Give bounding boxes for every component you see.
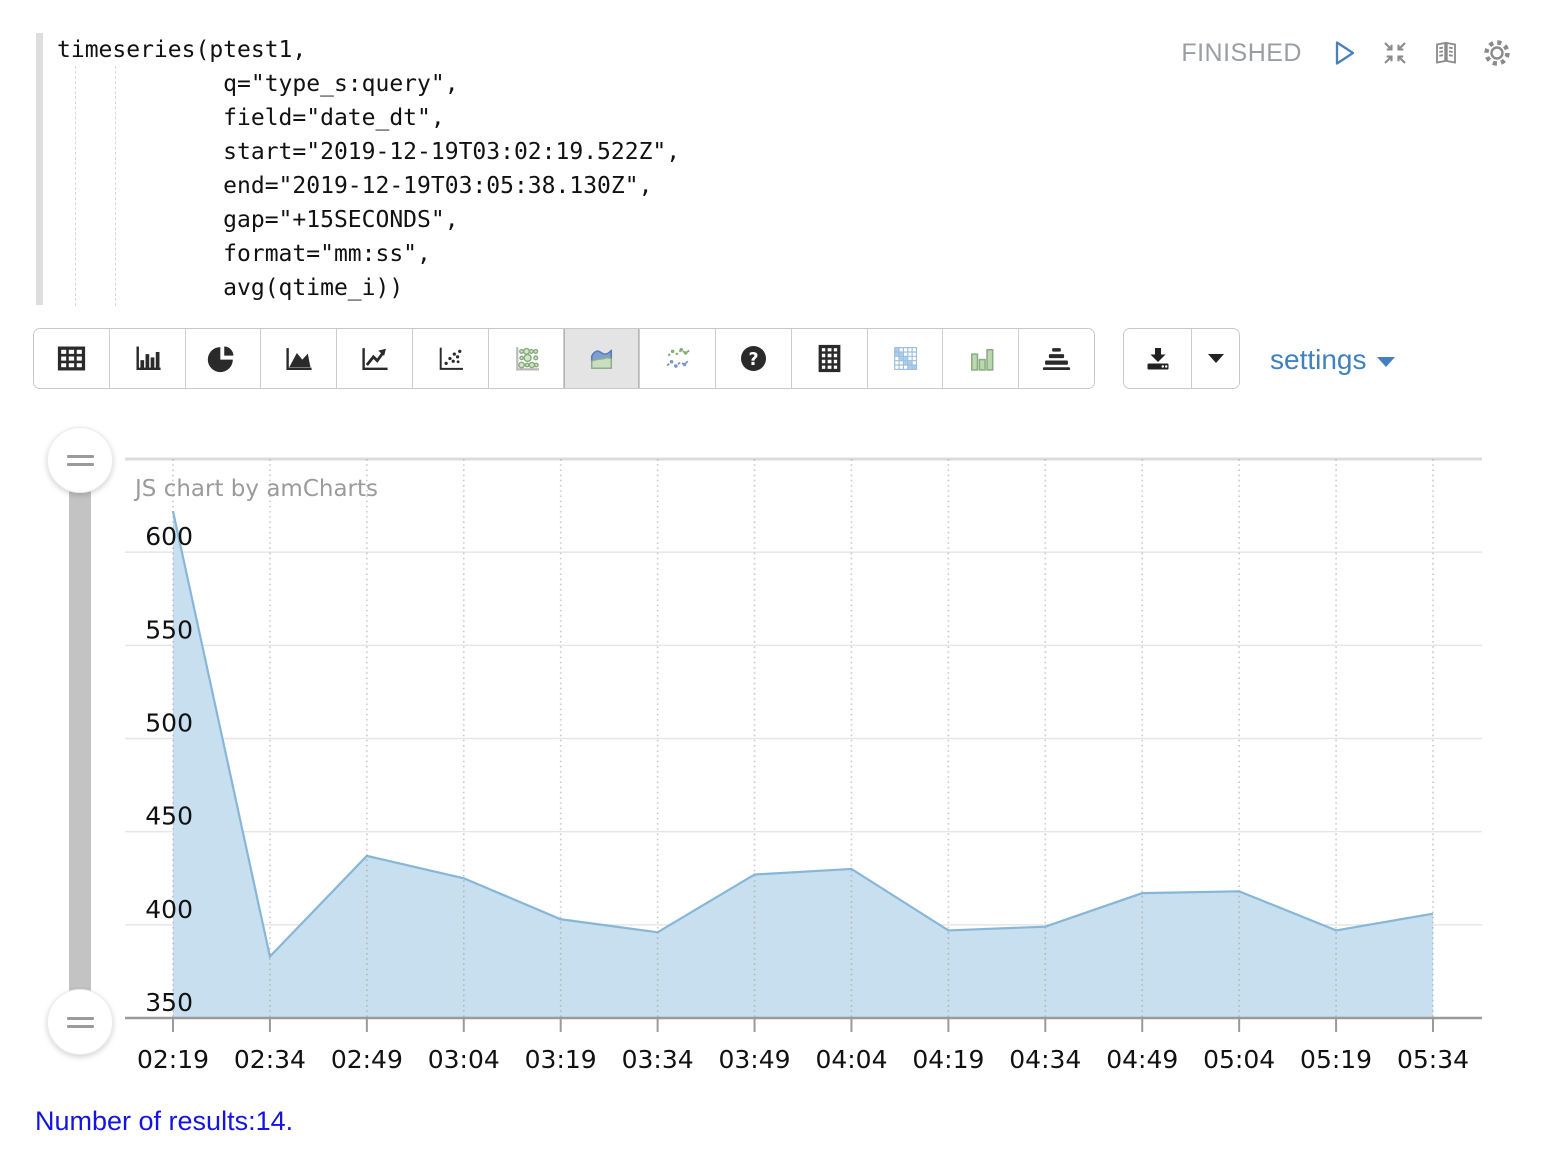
chart-type-help-button[interactable]: ? (715, 329, 791, 388)
table-icon (53, 340, 90, 377)
chart-title: JS chart by amCharts (133, 476, 378, 502)
chart-type-multi-line-button[interactable] (639, 329, 715, 388)
svg-text:02:49: 02:49 (331, 1045, 403, 1074)
chart-type-matrix-button[interactable] (867, 329, 943, 388)
collapse-icon[interactable] (1378, 36, 1412, 70)
grip-lines-icon (67, 463, 94, 466)
svg-text:03:04: 03:04 (428, 1045, 500, 1074)
svg-text:600: 600 (145, 522, 193, 551)
chart-type-line-button[interactable] (336, 329, 412, 388)
settings-toggle[interactable]: settings (1270, 344, 1395, 376)
grip-lines-icon (67, 1017, 94, 1020)
svg-text:03:19: 03:19 (525, 1045, 597, 1074)
chart-type-toolbar: ? (33, 328, 1095, 389)
chart-type-bar-button[interactable] (109, 329, 185, 388)
scatter-plot-icon (432, 340, 469, 377)
svg-text:03:34: 03:34 (622, 1045, 694, 1074)
value-axis-scrollbar-track[interactable] (69, 460, 91, 1022)
help-icon: ? (735, 340, 772, 377)
multi-line-chart-icon (659, 340, 696, 377)
stacked-area-chart-icon (583, 340, 620, 377)
download-icon (1141, 342, 1175, 376)
settings-label: settings (1270, 344, 1367, 376)
bubble-chart-icon (508, 340, 545, 377)
pivot-table-icon (811, 340, 848, 377)
svg-text:05:04: 05:04 (1203, 1045, 1275, 1074)
scrollbar-handle-top[interactable] (47, 427, 113, 493)
grip-lines-icon (67, 455, 94, 458)
chart-type-funnel-button[interactable] (1018, 329, 1094, 388)
book-icon[interactable] (1429, 36, 1463, 70)
svg-text:05:34: 05:34 (1397, 1045, 1469, 1074)
chart-type-stacked-area-button[interactable] (563, 329, 639, 388)
svg-text:02:19: 02:19 (137, 1045, 209, 1074)
svg-text:04:49: 04:49 (1106, 1045, 1178, 1074)
svg-text:04:34: 04:34 (1009, 1045, 1081, 1074)
results-count-text: Number of results:14. (35, 1106, 293, 1137)
chart-type-pie-button[interactable] (185, 329, 261, 388)
chart-type-column-button[interactable] (942, 329, 1018, 388)
export-group (1123, 328, 1240, 389)
column-chart-icon (962, 340, 999, 377)
matrix-chart-icon (886, 340, 923, 377)
svg-text:05:19: 05:19 (1300, 1045, 1372, 1074)
download-button[interactable] (1124, 329, 1192, 388)
funnel-chart-icon (1038, 340, 1075, 377)
amcharts-area-chart: 350 400 450 500 550 600 02:19 02:34 02:49 03:04 03… (0, 420, 1554, 1100)
svg-text:03:49: 03:49 (719, 1045, 791, 1074)
caret-down-icon (1208, 354, 1224, 363)
pie-chart-icon (204, 340, 241, 377)
editor-gutter (36, 33, 43, 305)
svg-text:450: 450 (145, 802, 193, 831)
svg-text:02:34: 02:34 (234, 1045, 306, 1074)
chart-type-bubble-button[interactable] (488, 329, 564, 388)
run-play-icon[interactable] (1327, 36, 1361, 70)
svg-text:400: 400 (145, 895, 193, 924)
scrollbar-handle-bottom[interactable] (47, 989, 113, 1055)
status-badge: FINISHED (1181, 39, 1302, 68)
bar-chart-icon (129, 340, 166, 377)
grip-lines-icon (67, 1025, 94, 1028)
svg-text:04:04: 04:04 (815, 1045, 887, 1074)
line-chart-icon (356, 340, 393, 377)
svg-text:550: 550 (145, 615, 193, 644)
chart-canvas: 350 400 450 500 550 600 02:19 02:34 02:49 03:04 03… (0, 420, 1554, 1100)
download-options-button[interactable] (1192, 329, 1239, 388)
chart-type-area-button[interactable] (260, 329, 336, 388)
query-code[interactable]: timeseries(ptest1, q="type_s:query", fie… (57, 33, 680, 305)
svg-text:350: 350 (145, 988, 193, 1017)
svg-text:04:19: 04:19 (912, 1045, 984, 1074)
svg-text:?: ? (748, 350, 758, 370)
caret-down-icon (1377, 357, 1395, 367)
chart-type-pivot-button[interactable] (791, 329, 867, 388)
area-chart-icon (280, 340, 317, 377)
gear-icon[interactable] (1480, 36, 1514, 70)
svg-text:500: 500 (145, 709, 193, 738)
chart-type-scatter-button[interactable] (412, 329, 488, 388)
paragraph-controls: FINISHED (1181, 36, 1514, 70)
chart-type-table-button[interactable] (34, 329, 109, 388)
